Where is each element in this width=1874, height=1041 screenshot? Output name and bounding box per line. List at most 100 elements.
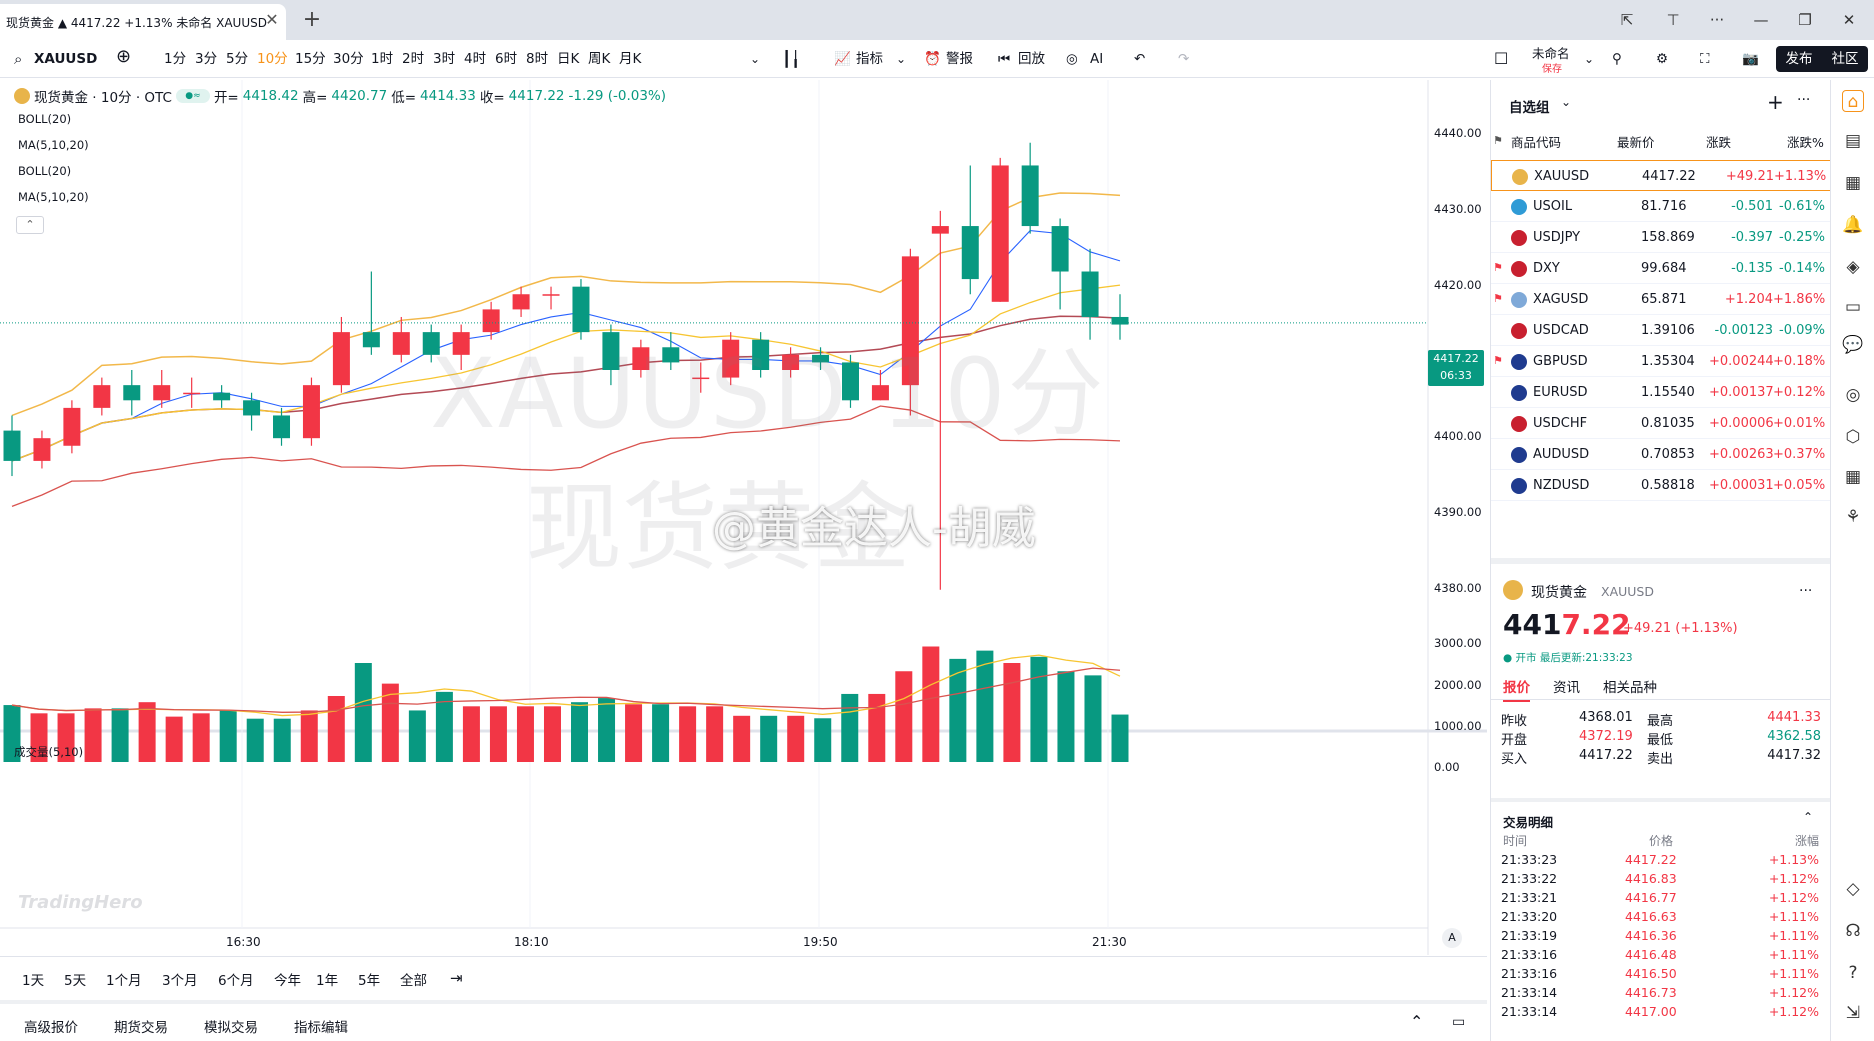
indicator-boll-2[interactable]: BOLL(20): [18, 164, 71, 178]
indicators-icon[interactable]: 📈: [834, 50, 851, 68]
ai-button[interactable]: AI: [1090, 50, 1103, 68]
live-stream-icon[interactable]: ▭: [1842, 296, 1864, 318]
redo-icon[interactable]: ↷: [1178, 50, 1189, 68]
fullscreen-icon[interactable]: ⛶: [1700, 50, 1709, 68]
watchlist-title[interactable]: 自选组: [1509, 96, 1550, 116]
candle-type-icon[interactable]: ┃╽: [782, 50, 800, 68]
watchlist-row-nzdusd[interactable]: NZDUSD 0.58818 +0.00031 +0.05%: [1491, 470, 1831, 501]
watchlist-row-usdchf[interactable]: USDCHF 0.81035 +0.00006 +0.01%: [1491, 408, 1831, 439]
alert-icon[interactable]: ⏰: [924, 50, 941, 68]
watchlist-header-0[interactable]: 商品代码: [1511, 132, 1561, 151]
replay-icon[interactable]: ⏮: [998, 50, 1010, 68]
calendar-icon[interactable]: ▦: [1842, 172, 1864, 194]
watchlist-row-xauusd[interactable]: XAUUSD 4417.22 +49.21 +1.13%: [1491, 160, 1831, 191]
watchlist-header-2[interactable]: 涨跌: [1706, 132, 1731, 151]
layout-dropdown-icon[interactable]: ⌄: [1584, 50, 1594, 68]
watchlist-row-audusd[interactable]: AUDUSD 0.70853 +0.00263 +0.37%: [1491, 439, 1831, 470]
chat-icon[interactable]: 💬: [1842, 334, 1864, 356]
interval-11[interactable]: 8时: [526, 50, 548, 68]
flag-icon[interactable]: ⚑: [1493, 292, 1503, 305]
alert-button[interactable]: 警报: [946, 50, 973, 68]
cube-icon[interactable]: ⬡: [1842, 426, 1864, 448]
indicators-dropdown-icon[interactable]: ⌄: [896, 50, 906, 68]
maximize-panel-icon[interactable]: ▭: [1452, 1014, 1465, 1030]
diamond-icon[interactable]: ◇: [1842, 878, 1864, 900]
range-5[interactable]: 今年: [274, 969, 301, 989]
interval-0[interactable]: 1分: [164, 50, 186, 68]
ai-icon[interactable]: ◎: [1066, 50, 1078, 68]
range-1[interactable]: 5天: [64, 969, 86, 989]
bottom-tab-3[interactable]: 指标编辑: [294, 1016, 348, 1036]
interval-7[interactable]: 2时: [402, 50, 424, 68]
range-6[interactable]: 1年: [316, 969, 338, 989]
chart-type-dropdown-icon[interactable]: ⌄: [750, 50, 760, 68]
bottom-tab-1[interactable]: 期货交易: [114, 1016, 168, 1036]
range-4[interactable]: 6个月: [218, 969, 254, 989]
watchlist-row-usdjpy[interactable]: USDJPY 158.869 -0.397 -0.25%: [1491, 222, 1831, 253]
export-icon[interactable]: ⇲: [1842, 1002, 1864, 1024]
indicator-ma-2[interactable]: MA(5,10,20): [18, 190, 89, 204]
watchlist-header-1[interactable]: 最新价: [1617, 132, 1655, 151]
watchlist-row-eurusd[interactable]: EURUSD 1.15540 +0.00137 +0.12%: [1491, 377, 1831, 408]
document-icon[interactable]: ▤: [1842, 130, 1864, 152]
flag-icon[interactable]: ⚑: [1493, 261, 1503, 274]
bottom-tab-2[interactable]: 模拟交易: [204, 1016, 258, 1036]
range-0[interactable]: 1天: [22, 969, 44, 989]
indicator-boll-1[interactable]: BOLL(20): [18, 112, 71, 126]
watchlist-header-3[interactable]: 涨跌%: [1787, 132, 1824, 151]
bottom-tab-0[interactable]: 高级报价: [24, 1016, 78, 1036]
watchlist-row-usdcad[interactable]: USDCAD 1.39106 -0.00123 -0.09%: [1491, 315, 1831, 346]
more-icon[interactable]: ···: [1702, 8, 1732, 32]
watchlist-icon[interactable]: ⌂: [1842, 90, 1864, 112]
auto-scale-button[interactable]: A: [1442, 928, 1462, 948]
interval-2[interactable]: 5分: [226, 50, 248, 68]
pin-icon[interactable]: ⊤: [1658, 8, 1688, 32]
expand-panel-icon[interactable]: ⌃: [1410, 1012, 1423, 1031]
tab-close-icon[interactable]: ✕: [262, 10, 282, 30]
interval-13[interactable]: 周K: [588, 50, 610, 68]
search-icon[interactable]: ⌕: [14, 50, 22, 68]
target-icon[interactable]: ◎: [1842, 384, 1864, 406]
community-button[interactable]: 社区: [1822, 46, 1868, 72]
indicators-button[interactable]: 指标: [856, 50, 883, 68]
browser-tab[interactable]: 现货黄金 ▲ 4417.22 +1.13% 未命名 XAUUSD: [0, 4, 286, 40]
watchlist-dropdown-icon[interactable]: ⌄: [1561, 95, 1571, 109]
bell-icon[interactable]: 🔔: [1842, 214, 1864, 236]
detail-tab-0[interactable]: 报价: [1503, 676, 1530, 702]
collapse-indicators-icon[interactable]: ⌃: [16, 216, 44, 234]
help-icon[interactable]: ?: [1842, 962, 1864, 984]
range-8[interactable]: 全部: [400, 969, 427, 989]
range-7[interactable]: 5年: [358, 969, 380, 989]
interval-14[interactable]: 月K: [619, 50, 641, 68]
quick-search-icon[interactable]: ⚲: [1612, 50, 1622, 68]
volume-indicator-label[interactable]: 成交量(5,10): [14, 744, 83, 760]
detail-more-icon[interactable]: ···: [1799, 583, 1812, 599]
interval-1[interactable]: 3分: [195, 50, 217, 68]
watchlist-row-usoil[interactable]: USOIL 81.716 -0.501 -0.61%: [1491, 191, 1831, 222]
interval-5[interactable]: 30分: [333, 50, 364, 68]
interval-12[interactable]: 日K: [557, 50, 579, 68]
close-window-icon[interactable]: ✕: [1834, 8, 1864, 32]
price-axis[interactable]: 4440.004430.004420.004410.004400.004390.…: [1428, 80, 1488, 955]
tree-icon[interactable]: ⚘: [1842, 506, 1864, 528]
indicator-ma-1[interactable]: MA(5,10,20): [18, 138, 89, 152]
restore-icon[interactable]: ❐: [1790, 8, 1820, 32]
interval-8[interactable]: 3时: [433, 50, 455, 68]
detail-tab-2[interactable]: 相关品种: [1603, 676, 1657, 696]
range-2[interactable]: 1个月: [106, 969, 142, 989]
watchlist-row-xagusd[interactable]: ⚑ XAGUSD 65.871 +1.204 +1.86%: [1491, 284, 1831, 315]
add-symbol-icon[interactable]: ⊕: [116, 48, 131, 66]
interval-4[interactable]: 15分: [295, 50, 326, 68]
table-icon[interactable]: ▦: [1842, 466, 1864, 488]
add-watchlist-icon[interactable]: +: [1767, 90, 1784, 114]
new-tab-icon[interactable]: +: [300, 8, 324, 32]
snapshot-icon[interactable]: 📷: [1742, 50, 1759, 68]
interval-9[interactable]: 4时: [464, 50, 486, 68]
range-3[interactable]: 3个月: [162, 969, 198, 989]
replay-button[interactable]: 回放: [1018, 50, 1045, 68]
publish-button[interactable]: 发布: [1776, 46, 1822, 72]
watchlist-more-icon[interactable]: ···: [1797, 92, 1810, 108]
watchlist-row-dxy[interactable]: ⚑ DXY 99.684 -0.135 -0.14%: [1491, 253, 1831, 284]
trades-collapse-icon[interactable]: ⌃: [1803, 810, 1813, 824]
flag-icon[interactable]: ⚑: [1493, 354, 1503, 367]
